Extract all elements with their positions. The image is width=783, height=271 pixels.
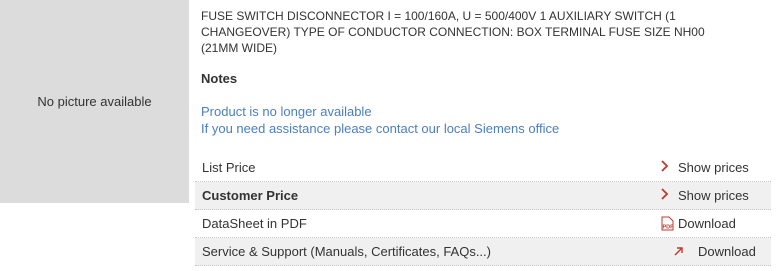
notes-line-contact: If you need assistance please contact ou… <box>201 121 560 136</box>
show-prices-link[interactable]: Show prices <box>661 187 771 205</box>
customer-price-row[interactable]: Customer Price Show prices <box>195 182 771 210</box>
image-placeholder: No picture available <box>0 0 189 203</box>
datasheet-row[interactable]: DataSheet in PDF PDF Download <box>195 210 771 238</box>
notes-line-unavailable: Product is no longer available <box>201 104 372 119</box>
description-line: FUSE SWITCH DISCONNECTOR I = 100/160A, U… <box>201 9 676 23</box>
description-line: (21MM WIDE) <box>201 41 277 55</box>
download-text: Download <box>698 244 756 259</box>
description-line: CHANGEOVER) TYPE OF CONDUCTOR CONNECTION… <box>201 25 705 39</box>
external-link-icon <box>673 246 690 257</box>
show-prices-text: Show prices <box>678 188 749 203</box>
download-text: Download <box>678 216 736 231</box>
notes-content: Product is no longer available If you ne… <box>201 103 559 137</box>
list-price-row[interactable]: List Price Show prices <box>195 154 771 182</box>
service-download-link[interactable]: Download <box>661 244 771 259</box>
product-actions-table: List Price Show prices Customer Price Sh… <box>195 154 771 266</box>
download-pdf-link[interactable]: PDF Download <box>661 216 771 231</box>
row-label: DataSheet in PDF <box>202 216 307 231</box>
service-support-row[interactable]: Service & Support (Manuals, Certificates… <box>195 238 771 266</box>
chevron-right-icon <box>661 187 678 205</box>
product-description: FUSE SWITCH DISCONNECTOR I = 100/160A, U… <box>201 0 771 56</box>
row-label: List Price <box>202 160 256 175</box>
row-label: Service & Support (Manuals, Certificates… <box>202 244 491 259</box>
svg-text:PDF: PDF <box>663 225 675 231</box>
pdf-icon: PDF <box>661 216 678 231</box>
show-prices-text: Show prices <box>678 160 749 175</box>
notes-heading: Notes <box>201 71 238 86</box>
row-label: Customer Price <box>202 188 299 203</box>
show-prices-link[interactable]: Show prices <box>661 159 771 177</box>
no-picture-text: No picture available <box>37 94 152 109</box>
chevron-right-icon <box>661 159 678 177</box>
